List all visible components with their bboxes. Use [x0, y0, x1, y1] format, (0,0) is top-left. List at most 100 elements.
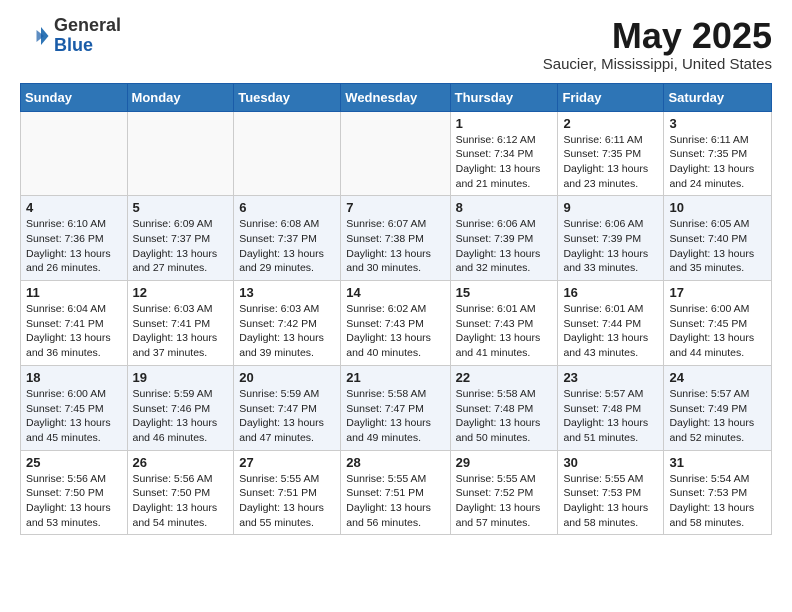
calendar-week-row: 18 Sunrise: 6:00 AM Sunset: 7:45 PM Dayli…	[21, 365, 772, 450]
weekday-header: Monday	[127, 83, 234, 111]
day-number: 22	[456, 370, 553, 385]
calendar-cell	[21, 111, 128, 196]
subtitle: Saucier, Mississippi, United States	[543, 56, 772, 73]
weekday-header: Wednesday	[341, 83, 450, 111]
day-number: 20	[239, 370, 335, 385]
day-info: Sunrise: 6:01 AM Sunset: 7:43 PM Dayligh…	[456, 302, 553, 361]
calendar-cell: 7 Sunrise: 6:07 AM Sunset: 7:38 PM Daylig…	[341, 196, 450, 281]
calendar-cell: 22 Sunrise: 5:58 AM Sunset: 7:48 PM Dayli…	[450, 365, 558, 450]
day-info: Sunrise: 6:12 AM Sunset: 7:34 PM Dayligh…	[456, 133, 553, 192]
page: General Blue May 2025 Saucier, Mississip…	[0, 0, 792, 551]
calendar-cell: 29Sunrise: 5:55 AM Sunset: 7:52 PM Dayli…	[450, 450, 558, 535]
calendar-cell: 31 Sunrise: 5:54 AM Sunset: 7:53 PM Dayli…	[664, 450, 772, 535]
day-info: Sunrise: 5:56 AM Sunset: 7:50 PM Dayligh…	[133, 472, 229, 531]
calendar-cell: 12Sunrise: 6:03 AM Sunset: 7:41 PM Dayli…	[127, 281, 234, 366]
day-number: 24	[669, 370, 766, 385]
logo-blue-text: Blue	[54, 35, 93, 55]
calendar-cell: 2Sunrise: 6:11 AM Sunset: 7:35 PM Daylig…	[558, 111, 664, 196]
weekday-header: Friday	[558, 83, 664, 111]
calendar-week-row: 1 Sunrise: 6:12 AM Sunset: 7:34 PM Daylig…	[21, 111, 772, 196]
day-info: Sunrise: 5:59 AM Sunset: 7:46 PM Dayligh…	[133, 387, 229, 446]
calendar-table: SundayMondayTuesdayWednesdayThursdayFrid…	[20, 83, 772, 536]
title-block: May 2025 Saucier, Mississippi, United St…	[543, 16, 772, 73]
calendar-cell: 24 Sunrise: 5:57 AM Sunset: 7:49 PM Dayli…	[664, 365, 772, 450]
day-info: Sunrise: 6:00 AM Sunset: 7:45 PM Dayligh…	[26, 387, 122, 446]
day-number: 13	[239, 285, 335, 300]
day-info: Sunrise: 5:58 AM Sunset: 7:47 PM Dayligh…	[346, 387, 444, 446]
day-number: 11	[26, 285, 122, 300]
day-info: Sunrise: 5:55 AM Sunset: 7:52 PM Dayligh…	[456, 472, 553, 531]
day-info: Sunrise: 6:01 AM Sunset: 7:44 PM Dayligh…	[563, 302, 658, 361]
day-number: 9	[563, 200, 658, 215]
logo-text: General Blue	[54, 16, 121, 56]
day-info: Sunrise: 5:55 AM Sunset: 7:53 PM Dayligh…	[563, 472, 658, 531]
calendar-cell: 10 Sunrise: 6:05 AM Sunset: 7:40 PM Dayli…	[664, 196, 772, 281]
day-number: 7	[346, 200, 444, 215]
day-info: Sunrise: 6:00 AM Sunset: 7:45 PM Dayligh…	[669, 302, 766, 361]
day-number: 30	[563, 455, 658, 470]
calendar-cell: 19 Sunrise: 5:59 AM Sunset: 7:46 PM Dayli…	[127, 365, 234, 450]
day-number: 19	[133, 370, 229, 385]
day-info: Sunrise: 5:58 AM Sunset: 7:48 PM Dayligh…	[456, 387, 553, 446]
day-number: 23	[563, 370, 658, 385]
day-info: Sunrise: 5:57 AM Sunset: 7:49 PM Dayligh…	[669, 387, 766, 446]
day-number: 15	[456, 285, 553, 300]
weekday-header: Thursday	[450, 83, 558, 111]
calendar-week-row: 11 Sunrise: 6:04 AM Sunset: 7:41 PM Dayli…	[21, 281, 772, 366]
day-number: 5	[133, 200, 229, 215]
calendar-cell: 27 Sunrise: 5:55 AM Sunset: 7:51 PM Dayli…	[234, 450, 341, 535]
day-number: 28	[346, 455, 444, 470]
day-number: 26	[133, 455, 229, 470]
day-info: Sunrise: 5:57 AM Sunset: 7:48 PM Dayligh…	[563, 387, 658, 446]
day-info: Sunrise: 6:04 AM Sunset: 7:41 PM Dayligh…	[26, 302, 122, 361]
main-title: May 2025	[543, 16, 772, 56]
day-number: 27	[239, 455, 335, 470]
day-number: 8	[456, 200, 553, 215]
day-number: 21	[346, 370, 444, 385]
day-number: 6	[239, 200, 335, 215]
calendar-cell: 16 Sunrise: 6:01 AM Sunset: 7:44 PM Dayli…	[558, 281, 664, 366]
logo-icon	[20, 21, 50, 51]
calendar-cell: 28 Sunrise: 5:55 AM Sunset: 7:51 PM Dayli…	[341, 450, 450, 535]
calendar-cell	[127, 111, 234, 196]
day-info: Sunrise: 6:11 AM Sunset: 7:35 PM Dayligh…	[669, 133, 766, 192]
day-number: 16	[563, 285, 658, 300]
calendar-cell: 15 Sunrise: 6:01 AM Sunset: 7:43 PM Dayli…	[450, 281, 558, 366]
calendar-cell: 30 Sunrise: 5:55 AM Sunset: 7:53 PM Dayli…	[558, 450, 664, 535]
calendar-header-row: SundayMondayTuesdayWednesdayThursdayFrid…	[21, 83, 772, 111]
weekday-header: Sunday	[21, 83, 128, 111]
day-number: 3	[669, 116, 766, 131]
weekday-header: Tuesday	[234, 83, 341, 111]
day-info: Sunrise: 6:07 AM Sunset: 7:38 PM Dayligh…	[346, 217, 444, 276]
calendar-cell: 4Sunrise: 6:10 AM Sunset: 7:36 PM Daylig…	[21, 196, 128, 281]
day-info: Sunrise: 6:05 AM Sunset: 7:40 PM Dayligh…	[669, 217, 766, 276]
calendar-cell: 11 Sunrise: 6:04 AM Sunset: 7:41 PM Dayli…	[21, 281, 128, 366]
calendar-week-row: 4Sunrise: 6:10 AM Sunset: 7:36 PM Daylig…	[21, 196, 772, 281]
calendar-week-row: 25 Sunrise: 5:56 AM Sunset: 7:50 PM Dayli…	[21, 450, 772, 535]
calendar-cell: 5 Sunrise: 6:09 AM Sunset: 7:37 PM Daylig…	[127, 196, 234, 281]
day-number: 31	[669, 455, 766, 470]
day-info: Sunrise: 6:09 AM Sunset: 7:37 PM Dayligh…	[133, 217, 229, 276]
day-number: 1	[456, 116, 553, 131]
day-info: Sunrise: 5:55 AM Sunset: 7:51 PM Dayligh…	[346, 472, 444, 531]
day-info: Sunrise: 5:54 AM Sunset: 7:53 PM Dayligh…	[669, 472, 766, 531]
day-info: Sunrise: 6:03 AM Sunset: 7:42 PM Dayligh…	[239, 302, 335, 361]
day-number: 18	[26, 370, 122, 385]
day-number: 2	[563, 116, 658, 131]
calendar-cell: 9 Sunrise: 6:06 AM Sunset: 7:39 PM Daylig…	[558, 196, 664, 281]
day-info: Sunrise: 5:59 AM Sunset: 7:47 PM Dayligh…	[239, 387, 335, 446]
calendar-cell: 23 Sunrise: 5:57 AM Sunset: 7:48 PM Dayli…	[558, 365, 664, 450]
day-info: Sunrise: 5:55 AM Sunset: 7:51 PM Dayligh…	[239, 472, 335, 531]
day-number: 25	[26, 455, 122, 470]
calendar-cell: 21 Sunrise: 5:58 AM Sunset: 7:47 PM Dayli…	[341, 365, 450, 450]
calendar-cell: 17 Sunrise: 6:00 AM Sunset: 7:45 PM Dayli…	[664, 281, 772, 366]
calendar-cell: 18 Sunrise: 6:00 AM Sunset: 7:45 PM Dayli…	[21, 365, 128, 450]
day-info: Sunrise: 6:06 AM Sunset: 7:39 PM Dayligh…	[563, 217, 658, 276]
day-number: 4	[26, 200, 122, 215]
day-info: Sunrise: 6:06 AM Sunset: 7:39 PM Dayligh…	[456, 217, 553, 276]
calendar-cell: 14Sunrise: 6:02 AM Sunset: 7:43 PM Dayli…	[341, 281, 450, 366]
day-info: Sunrise: 6:02 AM Sunset: 7:43 PM Dayligh…	[346, 302, 444, 361]
calendar-cell: 13 Sunrise: 6:03 AM Sunset: 7:42 PM Dayli…	[234, 281, 341, 366]
day-number: 17	[669, 285, 766, 300]
day-number: 10	[669, 200, 766, 215]
